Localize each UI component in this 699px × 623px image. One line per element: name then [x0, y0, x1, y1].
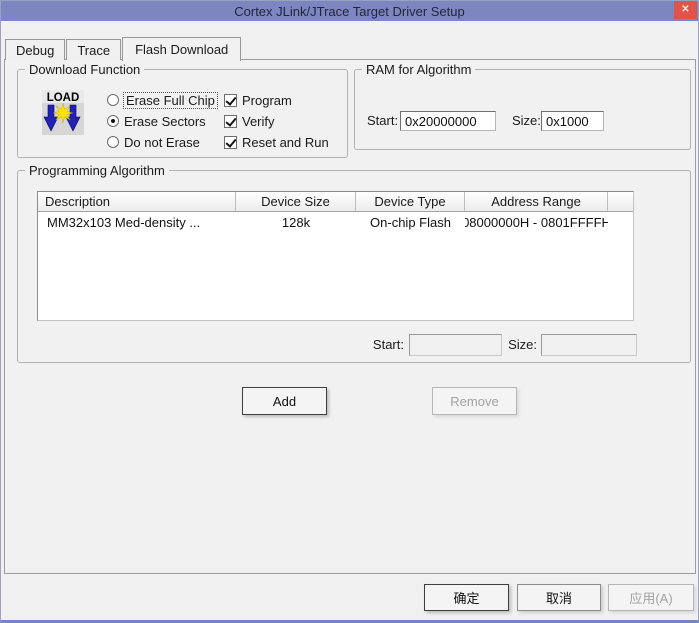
- load-icon: LOAD: [42, 90, 84, 135]
- algo-size-input: [541, 334, 637, 356]
- ram-size-input[interactable]: [541, 111, 604, 131]
- radio-erase-full-chip-label: Erase Full Chip: [124, 93, 217, 108]
- checkbox-reset-and-run-label: Reset and Run: [242, 135, 329, 150]
- ok-button[interactable]: 确定: [424, 584, 509, 611]
- column-header-empty[interactable]: [608, 192, 633, 211]
- cell-description: MM32x103 Med-density ...: [38, 215, 236, 230]
- download-function-group: Download Function LOAD Erase Full Chip E…: [17, 69, 348, 158]
- close-button[interactable]: ✕: [674, 1, 697, 19]
- radio-do-not-erase[interactable]: Do not Erase: [107, 134, 200, 150]
- dialog-title: Cortex JLink/JTrace Target Driver Setup: [234, 4, 464, 19]
- svg-text:LOAD: LOAD: [47, 92, 80, 104]
- programming-algorithm-group: Programming Algorithm Description Device…: [17, 170, 691, 363]
- radio-erase-full-chip[interactable]: Erase Full Chip: [107, 92, 217, 108]
- column-header-device-type[interactable]: Device Type: [356, 192, 465, 211]
- radio-erase-sectors-label: Erase Sectors: [124, 114, 206, 129]
- cell-address-range: 08000000H - 0801FFFFH: [465, 215, 608, 230]
- remove-button: Remove: [432, 387, 517, 415]
- algo-start-input: [409, 334, 502, 356]
- checkbox-verify[interactable]: Verify: [224, 113, 275, 129]
- dialog-window: Cortex JLink/JTrace Target Driver Setup …: [0, 0, 699, 623]
- checkbox-program[interactable]: Program: [224, 92, 292, 108]
- download-function-legend: Download Function: [25, 62, 144, 77]
- tab-debug[interactable]: Debug: [5, 39, 65, 60]
- ram-size-label: Size:: [512, 111, 541, 131]
- column-header-description[interactable]: Description: [38, 192, 236, 211]
- apply-button: 应用(A): [608, 584, 694, 611]
- algorithm-list[interactable]: Description Device Size Device Type Addr…: [37, 191, 634, 321]
- add-button[interactable]: Add: [242, 387, 327, 415]
- checkbox-icon: [224, 94, 237, 107]
- checkbox-icon: [224, 136, 237, 149]
- tab-trace[interactable]: Trace: [66, 39, 121, 60]
- radio-button-icon: [107, 136, 119, 148]
- titlebar[interactable]: Cortex JLink/JTrace Target Driver Setup …: [1, 1, 698, 21]
- algorithm-list-header: Description Device Size Device Type Addr…: [38, 192, 633, 212]
- radio-button-icon: [107, 115, 119, 127]
- tab-flash-download[interactable]: Flash Download: [122, 37, 241, 61]
- algo-size-label: Size:: [491, 335, 537, 355]
- checkbox-reset-and-run[interactable]: Reset and Run: [224, 134, 329, 150]
- column-header-address-range[interactable]: Address Range: [465, 192, 608, 211]
- cell-device-size: 128k: [236, 215, 356, 230]
- checkbox-icon: [224, 115, 237, 128]
- checkbox-program-label: Program: [242, 93, 292, 108]
- radio-do-not-erase-label: Do not Erase: [124, 135, 200, 150]
- close-icon: ✕: [681, 5, 689, 15]
- ram-for-algorithm-legend: RAM for Algorithm: [362, 62, 475, 77]
- tab-page-flash-download: Download Function LOAD Erase Full Chip E…: [4, 59, 696, 574]
- tab-strip: Debug Trace Flash Download: [5, 36, 242, 60]
- algo-start-label: Start:: [356, 335, 404, 355]
- cancel-button[interactable]: 取消: [517, 584, 601, 611]
- radio-erase-sectors[interactable]: Erase Sectors: [107, 113, 206, 129]
- checkbox-verify-label: Verify: [242, 114, 275, 129]
- algorithm-row[interactable]: MM32x103 Med-density ... 128k On-chip Fl…: [38, 212, 633, 232]
- programming-algorithm-legend: Programming Algorithm: [25, 163, 169, 178]
- cell-device-type: On-chip Flash: [356, 215, 465, 230]
- column-header-device-size[interactable]: Device Size: [236, 192, 356, 211]
- ram-for-algorithm-group: RAM for Algorithm Start: Size:: [354, 69, 691, 150]
- ram-start-input[interactable]: [400, 111, 496, 131]
- ram-start-label: Start:: [367, 111, 398, 131]
- radio-button-icon: [107, 94, 119, 106]
